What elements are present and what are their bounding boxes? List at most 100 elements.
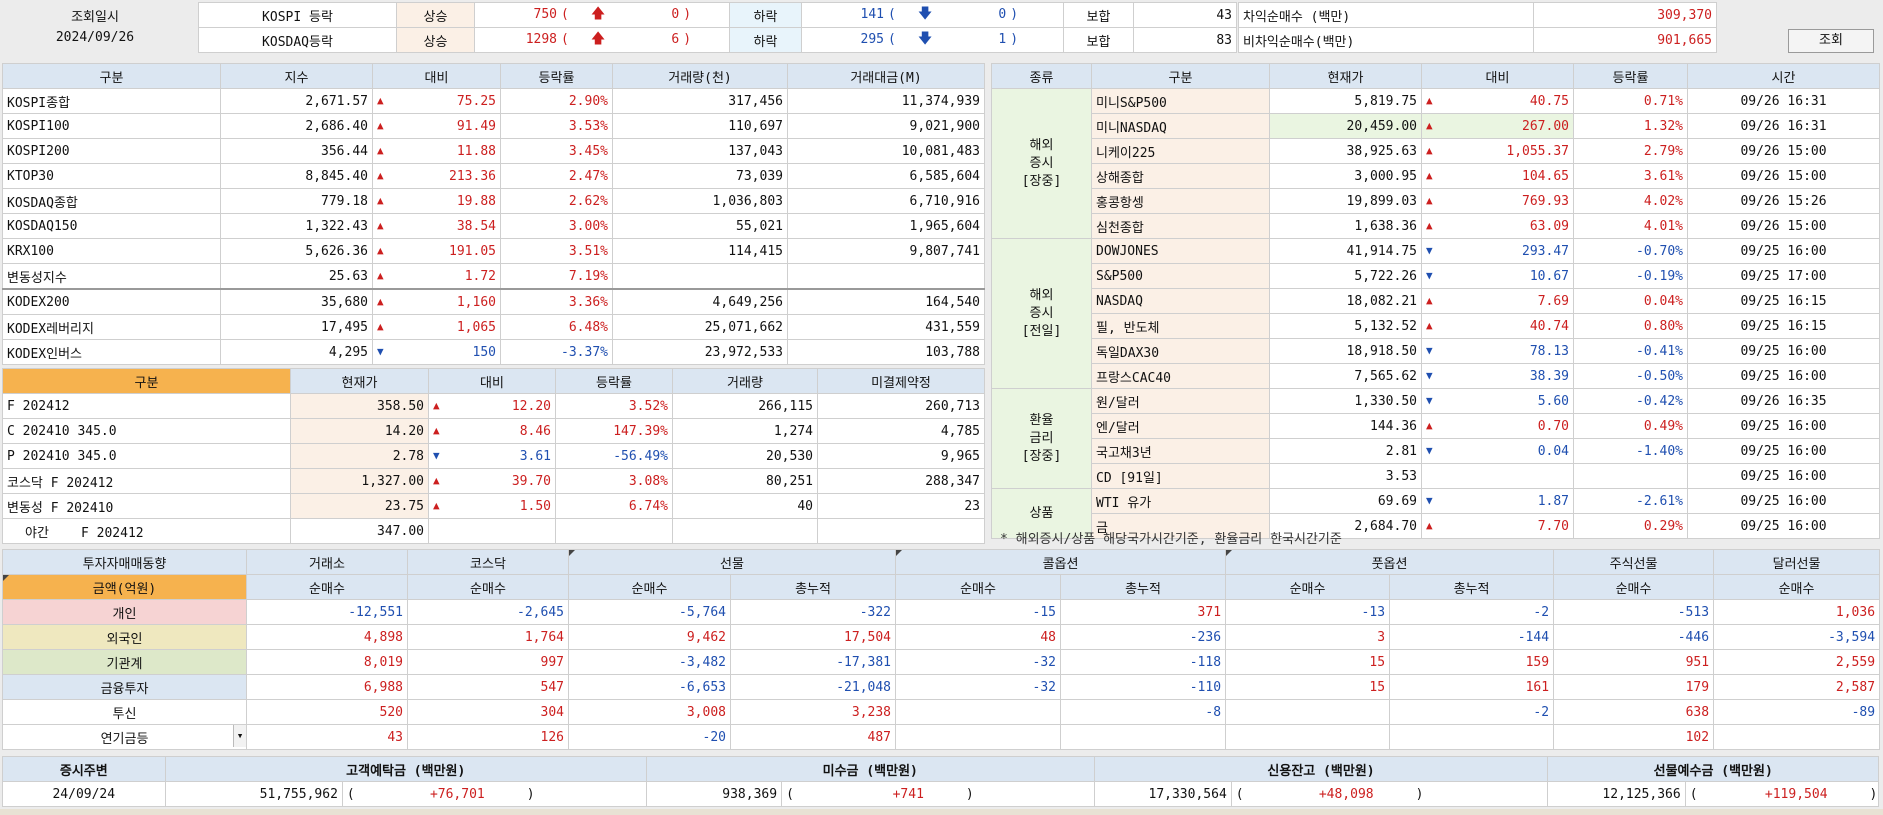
query-button[interactable]: 조회: [1788, 29, 1874, 53]
index-row[interactable]: KODEX200 35,680 ▲ 1,160 3.36% 4,649,256 164,54…: [2, 288, 985, 315]
index-row[interactable]: KRX100 5,626.36 ▲ 191.05 3.51% 114,415 9,807,7…: [2, 238, 985, 264]
instrument-name: 필, 반도체: [1091, 313, 1270, 339]
index-row[interactable]: KOSPI200 356.44 ▲ 11.88 3.45% 137,043 10,081,4…: [2, 138, 985, 164]
up-triangle-icon: ▲: [377, 143, 384, 157]
change-value: 1,055.37: [1506, 143, 1569, 159]
upper-limit-value: 6: [671, 32, 680, 47]
unit-selector[interactable]: 금액(억원): [2, 574, 247, 600]
index-row[interactable]: KODEX레버리지 17,495 ▲ 1,065 6.48% 25,071,662 431,…: [2, 314, 985, 340]
investor-value: -21,048: [729, 674, 897, 700]
change-value: 1.87: [1537, 493, 1569, 509]
global-row[interactable]: CD [91일] 3.53 09/25 16:00: [992, 463, 1880, 489]
investor-name: 개인: [2, 599, 247, 625]
up-triangle-icon: ▲: [1426, 118, 1433, 132]
instrument-time: 09/25 16:00: [1687, 438, 1880, 464]
index-amount: 431,559: [787, 314, 985, 340]
global-row[interactable]: 심천종합 1,638.36 ▲ 63.09 4.01% 09/26 15:00: [992, 213, 1880, 239]
global-row[interactable]: 해외 증시 [장중] 미니S&P500 5,819.75 ▲ 40.75 0.71% 09/…: [991, 88, 1880, 239]
investor-row[interactable]: 연기금등 ▾ 43 126 -20 487 102: [2, 724, 1881, 750]
futures-row[interactable]: P 202410 345.0 2.78 ▼ 3.61 -56.49% 20,530 9,96…: [2, 443, 985, 469]
global-row[interactable]: 환율 금리 [장중] 원/달러 1,330.50 ▼ 5.60 -0.42% 09/26 1…: [991, 388, 1880, 489]
global-row[interactable]: 미니NASDAQ 20,459.00 ▲ 267.00 1.32% 09/26 16:31: [992, 113, 1880, 139]
investor-name: 외국인: [2, 624, 247, 650]
instrument-rate: -0.42%: [1573, 388, 1688, 414]
investor-panel: 투자자매매동향 거래소 코스닥 선물 콜옵션 풋옵션 주식선물 달러선물 금액(억원) 순매수 순매…: [2, 549, 1881, 750]
instrument-price: 18,918.50: [1269, 338, 1422, 364]
index-volume: 23,972,533: [612, 339, 788, 365]
instrument-name: 엔/달러: [1091, 413, 1270, 439]
change-value: 19.88: [456, 193, 496, 209]
investor-value: 547: [407, 674, 569, 700]
dropdown-arrow-icon[interactable]: ▾: [233, 725, 246, 747]
paren-close: ): [526, 786, 535, 802]
global-row[interactable]: 상품 WTI 유가 69.69 ▼ 1.87 -2.61% 09/25 16:00: [991, 488, 1880, 539]
global-row[interactable]: 니케이225 38,925.63 ▲ 1,055.37 2.79% 09/26 15:00: [992, 138, 1880, 164]
change-value: 75.25: [456, 93, 496, 109]
investor-title: 투자자매매동향: [2, 549, 247, 575]
index-row[interactable]: KOSDAQ150 1,322.43 ▲ 38.54 3.00% 55,021 1,965,…: [2, 213, 985, 239]
investor-row[interactable]: 기관계 8,019 997 -3,482 -17,381 -32 -118 15 159 951 2…: [2, 649, 1881, 675]
paren-open: (: [561, 7, 569, 22]
global-row[interactable]: NASDAQ 18,082.21 ▲ 7.69 0.04% 09/25 16:15: [992, 288, 1880, 314]
global-row[interactable]: S&P500 5,722.26 ▼ 10.67 -0.19% 09/25 17:00: [992, 263, 1880, 289]
instrument-rate: 0.04%: [1573, 288, 1688, 314]
group-label: 해외 증시 [장중]: [991, 88, 1092, 239]
global-row[interactable]: 필, 반도체 5,132.52 ▲ 40.74 0.80% 09/25 16:15: [992, 313, 1880, 339]
up-triangle-icon: ▲: [433, 398, 440, 412]
futures-row[interactable]: C 202410 345.0 14.20 ▲ 8.46 147.39% 1,274 4,78…: [2, 418, 985, 444]
investor-value: 1,764: [407, 624, 569, 650]
instrument-time: 09/25 16:00: [1687, 413, 1880, 439]
global-row[interactable]: 해외 증시 [전일] DOWJONES 41,914.75 ▼ 293.47 -0.70%…: [991, 238, 1880, 389]
funds-value: 12,125,366: [1547, 781, 1686, 807]
index-volume: 55,021: [612, 213, 788, 239]
instrument-name: CD [91일]: [1091, 463, 1270, 489]
index-row[interactable]: KODEX인버스 4,295 ▼ 150 -3.37% 23,972,533 103,788: [2, 339, 985, 365]
global-row[interactable]: 독일DAX30 18,918.50 ▼ 78.13 -0.41% 09/25 16:00: [992, 338, 1880, 364]
index-amount: 103,788: [787, 339, 985, 365]
instrument-name: 니케이225: [1091, 138, 1270, 164]
investor-value: -446: [1553, 624, 1715, 650]
column-header: 대비: [1421, 63, 1574, 89]
investor-row[interactable]: 투신 520 304 3,008 3,238 -8 -2 638 -89: [2, 699, 1881, 725]
up-count: 1298 (🡅 6): [474, 27, 730, 53]
futures-row[interactable]: 코스닥 F 202412 1,327.00 ▲ 39.70 3.08% 80,251 288…: [2, 468, 985, 494]
change-value: 10.67: [1529, 268, 1569, 284]
up-triangle-icon: ▲: [377, 218, 384, 232]
instrument-name: S&P500: [1091, 263, 1270, 289]
change-value: 39.70: [511, 473, 551, 489]
investor-row[interactable]: 외국인 4,898 1,764 9,462 17,504 48 -236 3 -144 -446-…: [2, 624, 1881, 650]
futures-change: ▲ 12.20: [428, 393, 556, 419]
investor-row[interactable]: 금융투자 6,988 547 -6,653 -21,048 -32 -110 15 161 179…: [2, 674, 1881, 700]
investor-value: -15: [895, 599, 1062, 625]
investor-value: 1,036: [1713, 599, 1881, 625]
investor-value: 126: [407, 724, 569, 750]
instrument-time: 09/26 16:31: [1687, 113, 1880, 139]
up-triangle-icon: ▲: [1426, 93, 1433, 107]
index-row[interactable]: 변동성지수 25.63 ▲ 1.72 7.19%: [2, 263, 985, 290]
index-row[interactable]: KTOP30 8,845.40 ▲ 213.36 2.47% 73,039 6,585,60…: [2, 163, 985, 189]
instrument-change: ▼ 1.87: [1421, 488, 1574, 514]
futures-row[interactable]: F 202412 358.50 ▲ 12.20 3.52% 266,115 260,713: [2, 393, 985, 419]
investor-name: 연기금등 ▾: [2, 724, 247, 750]
index-row[interactable]: KOSPI종합 2,671.57 ▲ 75.25 2.90% 317,456 11,374,…: [2, 88, 985, 114]
futures-row[interactable]: 변동성 F 202410 23.75 ▲ 1.50 6.74% 40 23: [2, 493, 985, 519]
investor-value: 371: [1060, 599, 1227, 625]
global-row[interactable]: 엔/달러 144.36 ▲ 0.70 0.49% 09/25 16:00: [992, 413, 1880, 439]
global-row[interactable]: 홍콩항셍 19,899.03 ▲ 769.93 4.02% 09/26 15:26: [992, 188, 1880, 214]
futures-price: 1,327.00: [290, 468, 429, 494]
investor-subcol-header: 순매수: [1225, 574, 1391, 600]
index-row[interactable]: KOSPI100 2,686.40 ▲ 91.49 3.53% 110,697 9,021,…: [2, 113, 985, 139]
global-row[interactable]: 상해종합 3,000.95 ▲ 104.65 3.61% 09/26 15:00: [992, 163, 1880, 189]
investor-row[interactable]: 개인 -12,551 -2,645 -5,764 -322 -15 371 -13 -2 -513…: [2, 599, 1881, 625]
index-row[interactable]: KOSDAQ종합 779.18 ▲ 19.88 2.62% 1,036,803 6,710,…: [2, 188, 985, 214]
query-label: 조회일시: [71, 10, 119, 25]
investor-value: 487: [729, 724, 897, 750]
global-row[interactable]: 국고채3년 2.81 ▼ 0.04 -1.40% 09/25 16:00: [992, 438, 1880, 464]
funds-change: (+741): [781, 781, 1095, 807]
change-value: 150: [472, 344, 496, 360]
global-row[interactable]: 프랑스CAC40 7,565.62 ▼ 38.39 -0.50% 09/25 16:00: [992, 363, 1880, 389]
investor-subcol-header: 순매수: [568, 574, 731, 600]
night-futures-row[interactable]: 야간 F 202412 347.00: [2, 518, 985, 544]
index-change: ▲ 38.54: [372, 213, 501, 239]
upper-limit-arrow-icon: 🡅: [590, 6, 606, 22]
